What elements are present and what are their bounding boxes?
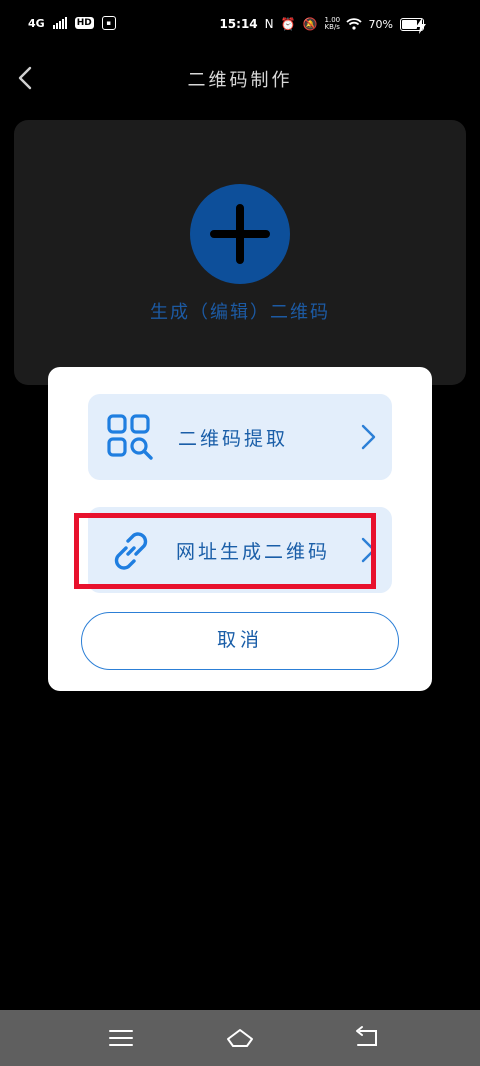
signal-icon: [52, 17, 67, 29]
mute-icon: 🔕: [302, 17, 318, 31]
menu-icon[interactable]: [107, 1024, 135, 1052]
charging-icon: [416, 18, 426, 34]
plus-icon: [210, 204, 270, 264]
status-right: 15:14 N ⏰ 🔕 1.00 KB/s 70%: [219, 17, 424, 31]
clock: 15:14: [219, 17, 258, 31]
option-label: 二维码提取: [178, 428, 289, 450]
wifi-icon: [345, 18, 362, 30]
page-title: 二维码制作: [187, 70, 293, 91]
chevron-right-icon: [361, 424, 376, 450]
header: 二维码制作: [0, 56, 480, 100]
option-qr-extract[interactable]: 二维码提取: [88, 394, 392, 480]
app-notification-icon: ▪: [101, 16, 116, 30]
net-speed-unit: KB/s: [324, 23, 340, 31]
nfc-icon: N: [264, 17, 274, 31]
hd-badge: HD: [74, 17, 94, 29]
action-dialog: 二维码提取 网址生成二维码 取消: [48, 367, 432, 691]
cancel-button[interactable]: 取消: [81, 612, 399, 670]
net-speed: 1.00 KB/s: [324, 17, 341, 31]
navigation-bar: [0, 1010, 480, 1066]
qr-scan-icon: [107, 414, 153, 460]
status-bar: 4G HD ▪ 15:14 N ⏰ 🔕 1.00 KB/s 70%: [0, 0, 480, 56]
battery-percent: 70%: [368, 17, 393, 31]
back-icon[interactable]: [352, 1024, 380, 1052]
add-button[interactable]: [190, 184, 290, 284]
create-qr-card[interactable]: 生成（编辑）二维码: [14, 120, 466, 385]
create-qr-label: 生成（编辑）二维码: [150, 302, 330, 323]
network-type: 4G: [28, 16, 45, 30]
status-left: 4G HD ▪: [28, 16, 116, 30]
screen: 4G HD ▪ 15:14 N ⏰ 🔕 1.00 KB/s 70% 二维码制作 …: [0, 0, 480, 1066]
highlight-box: [74, 513, 376, 589]
alarm-icon: ⏰: [280, 17, 296, 31]
home-icon[interactable]: [226, 1024, 254, 1052]
